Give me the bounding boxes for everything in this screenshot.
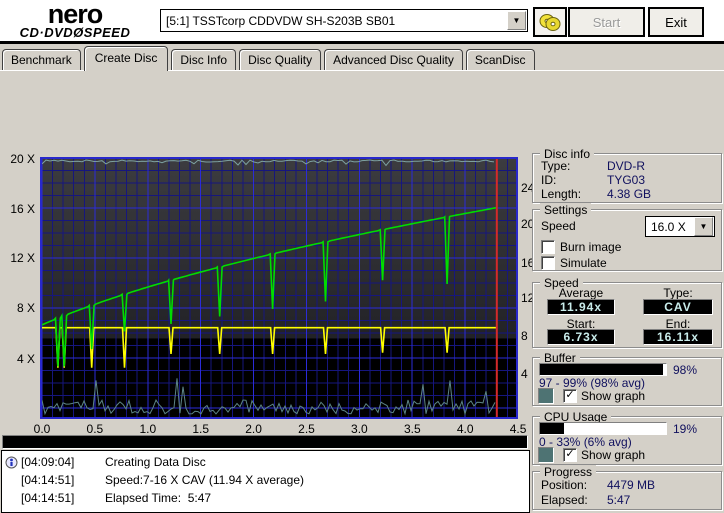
x-axis-tick: 2.5 xyxy=(298,422,315,436)
x-axis-tick: 1.0 xyxy=(139,422,157,436)
info-icon xyxy=(5,456,19,469)
speed-select-dropdown-button[interactable]: ▼ xyxy=(694,217,713,236)
buffer-percent: 98% xyxy=(673,363,698,377)
x-axis-tick: 1.5 xyxy=(192,422,210,436)
log-entry: [04:14:51] Elapsed Time: 5:47 xyxy=(4,489,529,507)
buffer-show-graph-label: Show graph xyxy=(581,389,646,403)
tab-benchmark[interactable]: Benchmark xyxy=(2,49,81,70)
buffer-show-graph-checkbox[interactable] xyxy=(563,389,577,403)
y-axis-left-tick: 16 X xyxy=(10,202,35,216)
buffer-group: Buffer 98% 97 - 99% (98% avg) Show graph xyxy=(532,351,722,406)
nero-logo: nero CD·DVDØSPEED xyxy=(10,0,140,40)
log-timestamp: [04:09:04] xyxy=(21,455,75,469)
disc-length-value: 4.38 GB xyxy=(607,187,652,201)
nero-logo-text: nero xyxy=(47,0,104,29)
disc-length-label: Length: xyxy=(541,187,582,201)
y-axis-left-tick: 4 X xyxy=(16,352,35,366)
disc-id-label: ID: xyxy=(541,173,557,187)
toolbar: nero CD·DVDØSPEED [5:1] TSSTcorp CDDVDW … xyxy=(0,0,724,41)
overall-progress-bar xyxy=(2,435,528,449)
x-axis-tick: 4.5 xyxy=(509,422,527,436)
log-message: Elapsed Time: 5:47 xyxy=(105,491,212,505)
log-timestamp: [04:14:51] xyxy=(21,491,75,505)
x-axis-tick: 2.0 xyxy=(245,422,262,436)
create-disc-panel: 20 X 16 X 12 X8 X4 X 24 20 16 12 8 4 0.0 0.5 1.0 1.5… xyxy=(0,70,724,513)
buffer-meter-fill xyxy=(540,364,664,375)
tab-bar: Benchmark Create Disc Disc Info Disc Qualit… xyxy=(2,46,538,71)
disc-type-label: Type: xyxy=(541,159,571,173)
speed-setting-label: Speed xyxy=(541,219,576,233)
discs-icon xyxy=(539,14,561,31)
tab-scandisc[interactable]: ScanDisc xyxy=(465,49,535,70)
toolbar-separator xyxy=(0,41,724,44)
average-speed-display: 11.94x xyxy=(547,299,615,315)
speed-chart xyxy=(40,157,518,419)
y-axis-left-tick: 20 X xyxy=(10,152,35,166)
x-axis-tick: 0.5 xyxy=(86,422,104,436)
drive-select-dropdown-button[interactable]: ▼ xyxy=(507,11,526,30)
speed-group: Speed Average Type: 11.94x CAV Start: En… xyxy=(532,276,722,348)
progress-group: Progress Position: 4479 MB Elapsed: 5:47 xyxy=(532,465,722,510)
cpu-show-graph-label: Show graph xyxy=(581,448,646,462)
cpu-meter xyxy=(539,422,667,435)
tab-disc-quality[interactable]: Disc Quality xyxy=(239,49,322,70)
type-label: Type: xyxy=(663,286,693,300)
settings-group: Settings Speed 16.0 X ▼ Burn image Simul… xyxy=(532,203,722,271)
settings-title: Settings xyxy=(540,203,592,217)
speed-select[interactable]: 16.0 X ▼ xyxy=(645,216,715,237)
tab-disc-info[interactable]: Disc Info xyxy=(171,49,237,70)
log-entry: [04:14:51] Speed:7-16 X CAV (11.94 X aver… xyxy=(4,471,529,489)
buffer-range: 97 - 99% (98% avg) xyxy=(539,376,646,390)
disc-type-value: DVD-R xyxy=(607,159,645,173)
position-label: Position: xyxy=(541,478,588,492)
y-axis-left-tick: 8 X xyxy=(16,301,35,315)
progress-title: Progress xyxy=(540,465,597,479)
exit-button[interactable]: Exit xyxy=(648,7,704,37)
speed-select-value: 16.0 X xyxy=(651,219,686,234)
log-entry: [04:09:04] Creating Data Disc xyxy=(4,453,529,471)
x-axis-tick: 3.5 xyxy=(403,422,421,436)
disc-button[interactable] xyxy=(533,7,567,37)
cd-dvd-speed-logo-text: CD·DVDØSPEED xyxy=(19,25,131,40)
cpu-meter-fill xyxy=(540,423,564,434)
position-value: 4479 MB xyxy=(607,478,656,492)
average-label: Average xyxy=(558,286,604,300)
tab-advanced-disc-quality[interactable]: Advanced Disc Quality xyxy=(324,49,463,70)
log-timestamp: [04:14:51] xyxy=(21,473,75,487)
overall-progress-fill xyxy=(3,436,527,448)
x-axis-tick: 3.0 xyxy=(351,422,368,436)
y-axis-left-tick: 12 X xyxy=(10,251,35,265)
end-speed-display: 16.11x xyxy=(643,329,713,345)
x-axis-tick: 0.0 xyxy=(33,422,51,436)
drive-select-value: [5:1] TSSTcorp CDDVDW SH-S203B SB01 xyxy=(166,13,396,28)
log-message: Creating Data Disc xyxy=(105,455,206,469)
buffer-meter xyxy=(539,363,667,376)
elapsed-label: Elapsed: xyxy=(541,493,588,507)
disc-info-group: Disc info Type: DVD-R ID: TYG03 Length: … xyxy=(532,147,722,203)
burn-image-label: Burn image xyxy=(560,240,622,254)
elapsed-value: 5:47 xyxy=(607,493,631,507)
buffer-color-swatch[interactable] xyxy=(538,388,554,404)
start-speed-display: 6.73x xyxy=(547,329,615,345)
cpu-show-graph-checkbox[interactable] xyxy=(563,448,577,462)
status-log[interactable]: [04:09:04] Creating Data Disc [04:14:51] Sp… xyxy=(1,450,530,513)
simulate-label: Simulate xyxy=(560,256,607,270)
disc-id-value: TYG03 xyxy=(607,173,646,187)
log-message: Speed:7-16 X CAV (11.94 X average) xyxy=(105,473,305,487)
burn-image-checkbox[interactable] xyxy=(541,240,555,254)
simulate-checkbox[interactable] xyxy=(541,256,555,270)
speed-type-display: CAV xyxy=(643,299,713,315)
tab-create-disc[interactable]: Create Disc xyxy=(83,46,169,71)
start-button[interactable]: Start xyxy=(568,7,645,37)
cpu-color-swatch[interactable] xyxy=(538,447,554,463)
drive-select[interactable]: [5:1] TSSTcorp CDDVDW SH-S203B SB01 ▼ xyxy=(160,9,528,32)
nero-cd-dvd-speed-window: nero CD·DVDØSPEED [5:1] TSSTcorp CDDVDW … xyxy=(0,0,724,513)
x-axis-tick: 4.0 xyxy=(456,422,474,436)
cpu-percent: 19% xyxy=(673,422,698,436)
